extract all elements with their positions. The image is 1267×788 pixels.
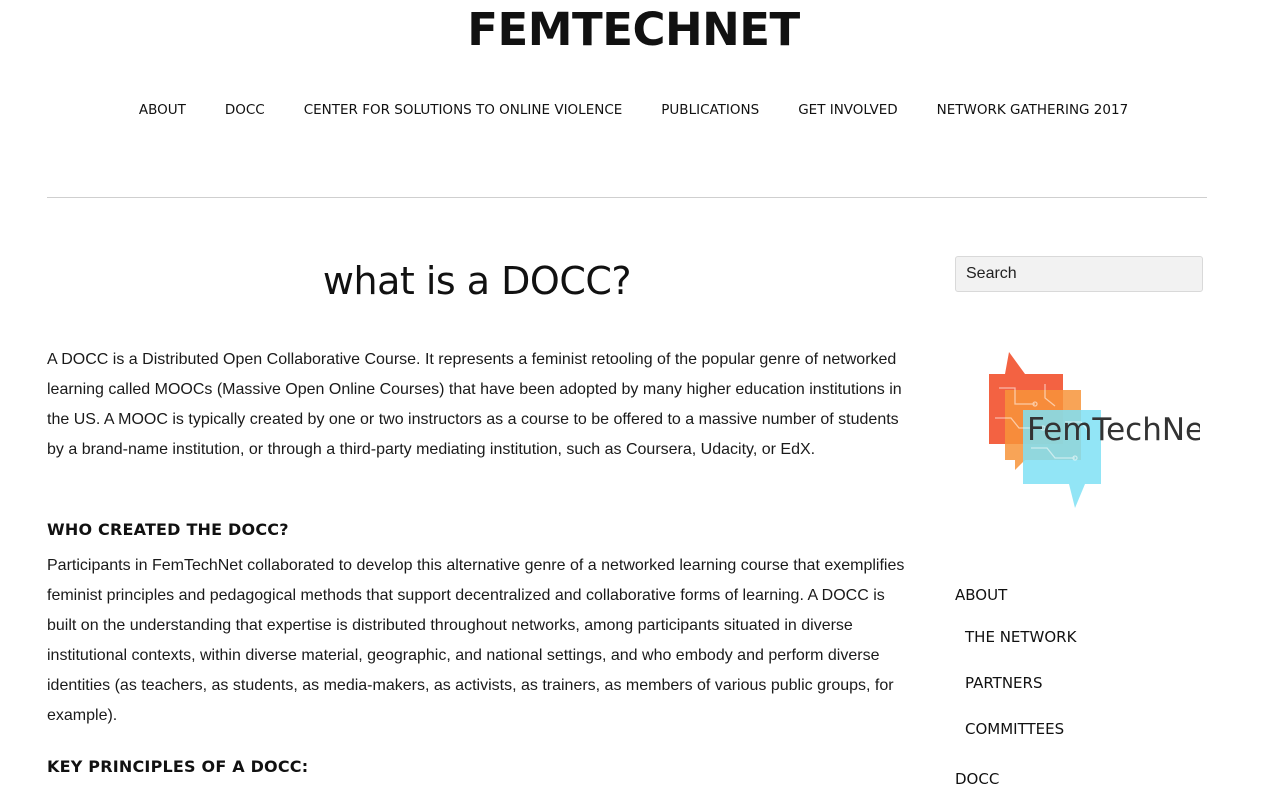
sidebar-item-partners[interactable]: PARTNERS xyxy=(955,672,1042,694)
femtechnet-logo[interactable]: FemTechNet xyxy=(985,348,1216,513)
nav-item-about[interactable]: ABOUT xyxy=(139,100,186,120)
nav-item-network-gathering[interactable]: NETWORK GATHERING 2017 xyxy=(937,100,1129,120)
site-title[interactable]: FEMTECHNET xyxy=(0,2,1267,58)
nav-item-publications[interactable]: PUBLICATIONS xyxy=(661,100,759,120)
sidebar-item-committees[interactable]: COMMITTEES xyxy=(955,718,1064,740)
page: FEMTECHNET ABOUT DOCC CENTER FOR SOLUTIO… xyxy=(0,0,1267,788)
page-title: what is a DOCC? xyxy=(322,259,632,303)
key-principles-heading: KEY PRINCIPLES OF A DOCC: xyxy=(47,757,309,776)
nav-item-get-involved[interactable]: GET INVOLVED xyxy=(798,100,897,120)
search-input[interactable] xyxy=(955,256,1203,292)
sidebar-item-docc[interactable]: DOCC xyxy=(955,768,999,788)
nav-item-docc[interactable]: DOCC xyxy=(225,100,265,120)
intro-paragraph: A DOCC is a Distributed Open Collaborati… xyxy=(47,351,902,458)
logo-wordmark: FemTechNet xyxy=(1027,412,1200,448)
who-created-heading: WHO CREATED THE DOCC? xyxy=(47,520,289,539)
header-divider xyxy=(47,197,1207,198)
sidebar-item-about[interactable]: ABOUT xyxy=(955,584,1007,606)
who-created-paragraph: Participants in FemTechNet collaborated … xyxy=(47,557,905,724)
main-content: what is a DOCC? A DOCC is a Distributed … xyxy=(47,250,907,776)
sidebar-item-the-network[interactable]: THE NETWORK xyxy=(955,626,1076,648)
nav-item-center-for-solutions[interactable]: CENTER FOR SOLUTIONS TO ONLINE VIOLENCE xyxy=(304,100,623,120)
sidebar: FemTechNet ABOUT THE NETWORK PARTNERS CO… xyxy=(955,256,1216,788)
main-nav: ABOUT DOCC CENTER FOR SOLUTIONS TO ONLIN… xyxy=(0,100,1267,120)
logo-graphic: FemTechNet xyxy=(989,352,1216,508)
